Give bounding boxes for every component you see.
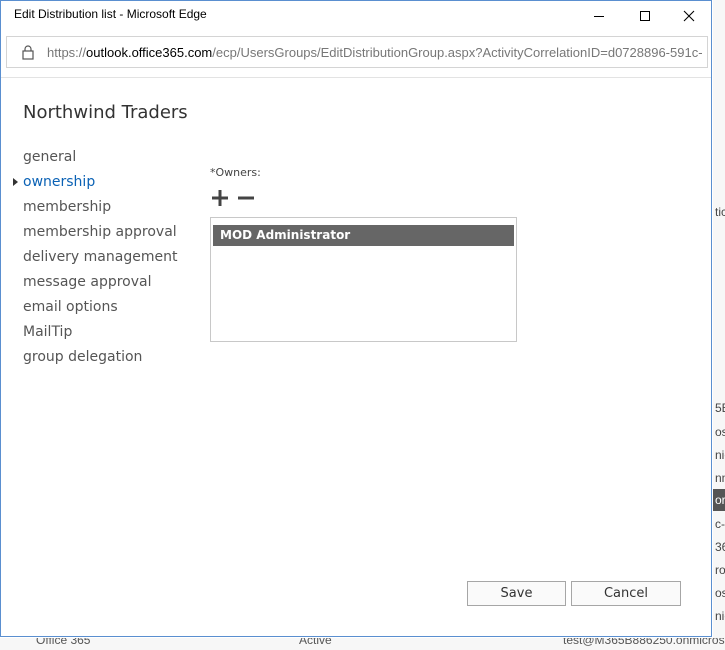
address-bar[interactable]: https://outlook.office365.com/ecp/UsersG… bbox=[6, 36, 708, 68]
lock-icon bbox=[22, 45, 34, 60]
nav-item-email-options[interactable]: email options bbox=[23, 298, 177, 323]
background-page-strip: tic 5E osc nic nn or c-4 36.c rosc osc n… bbox=[713, 0, 725, 650]
caret-right-icon bbox=[13, 178, 18, 186]
background-fragment: 5E bbox=[715, 401, 725, 415]
background-fragment: rosc bbox=[715, 563, 725, 577]
nav-item-label: ownership bbox=[23, 174, 96, 190]
background-row-source: Office 365 bbox=[36, 638, 91, 647]
background-fragment: nn bbox=[715, 471, 725, 485]
window-title: Edit Distribution list - Microsoft Edge bbox=[14, 7, 207, 21]
background-page-bottom: Office 365 Active test@M365B886250.onmic… bbox=[0, 638, 725, 650]
minus-icon bbox=[238, 196, 254, 200]
url-scheme: https:// bbox=[47, 45, 87, 60]
close-window-button[interactable] bbox=[666, 1, 711, 30]
nav-item-delivery-management[interactable]: delivery management bbox=[23, 248, 177, 273]
background-fragment: c-4 bbox=[715, 517, 725, 531]
nav-item-general[interactable]: general bbox=[23, 148, 177, 173]
background-fragment: nic bbox=[715, 448, 725, 462]
nav-item-ownership[interactable]: ownership bbox=[13, 173, 177, 198]
owners-label: *Owners: bbox=[210, 166, 261, 179]
list-item[interactable]: MOD Administrator bbox=[213, 225, 514, 246]
section-nav: general ownership membership membership … bbox=[13, 148, 177, 373]
nav-item-group-delegation[interactable]: group delegation bbox=[23, 348, 177, 373]
minimize-button[interactable] bbox=[576, 1, 622, 30]
nav-item-label: general bbox=[23, 149, 77, 165]
nav-item-label: membership bbox=[23, 199, 112, 215]
background-row-status: Active bbox=[299, 638, 332, 647]
nav-item-label: MailTip bbox=[23, 324, 73, 340]
close-icon bbox=[683, 10, 695, 21]
cancel-button[interactable]: Cancel bbox=[571, 581, 681, 606]
remove-owner-button[interactable] bbox=[237, 189, 255, 207]
nav-item-label: membership approval bbox=[23, 224, 177, 240]
nav-item-message-approval[interactable]: message approval bbox=[23, 273, 177, 298]
nav-item-label: message approval bbox=[23, 274, 152, 290]
address-url: https://outlook.office365.com/ecp/UsersG… bbox=[47, 45, 703, 60]
minimize-icon bbox=[594, 15, 604, 17]
background-fragment: nic bbox=[715, 609, 725, 623]
nav-item-label: group delegation bbox=[23, 349, 143, 365]
url-path: /ecp/UsersGroups/EditDistributionGroup.a… bbox=[212, 45, 703, 60]
background-fragment: tic bbox=[715, 205, 725, 219]
background-row-email: test@M365B886250.onmicroso bbox=[563, 638, 725, 647]
maximize-button[interactable] bbox=[622, 1, 668, 30]
nav-item-label: delivery management bbox=[23, 249, 178, 265]
nav-item-membership-approval[interactable]: membership approval bbox=[23, 223, 177, 248]
background-fragment-selected: or bbox=[713, 489, 725, 511]
nav-item-membership[interactable]: membership bbox=[23, 198, 177, 223]
edge-popup-window: Edit Distribution list - Microsoft Edge … bbox=[0, 0, 712, 637]
edit-panel: Northwind Traders general ownership memb… bbox=[1, 78, 711, 636]
url-host: outlook.office365.com bbox=[86, 45, 213, 60]
save-button[interactable]: Save bbox=[467, 581, 566, 606]
background-fragment: osc bbox=[715, 425, 725, 439]
maximize-icon bbox=[640, 10, 650, 21]
add-owner-button[interactable] bbox=[211, 189, 229, 207]
plus-icon bbox=[212, 190, 228, 206]
background-fragment: osc bbox=[715, 586, 725, 600]
page-title: Northwind Traders bbox=[23, 102, 188, 123]
background-fragment: 36.c bbox=[715, 540, 725, 554]
owners-list[interactable]: MOD Administrator bbox=[210, 217, 517, 342]
title-bar[interactable]: Edit Distribution list - Microsoft Edge bbox=[1, 1, 711, 30]
nav-item-mailtip[interactable]: MailTip bbox=[23, 323, 177, 348]
nav-item-label: email options bbox=[23, 299, 118, 315]
